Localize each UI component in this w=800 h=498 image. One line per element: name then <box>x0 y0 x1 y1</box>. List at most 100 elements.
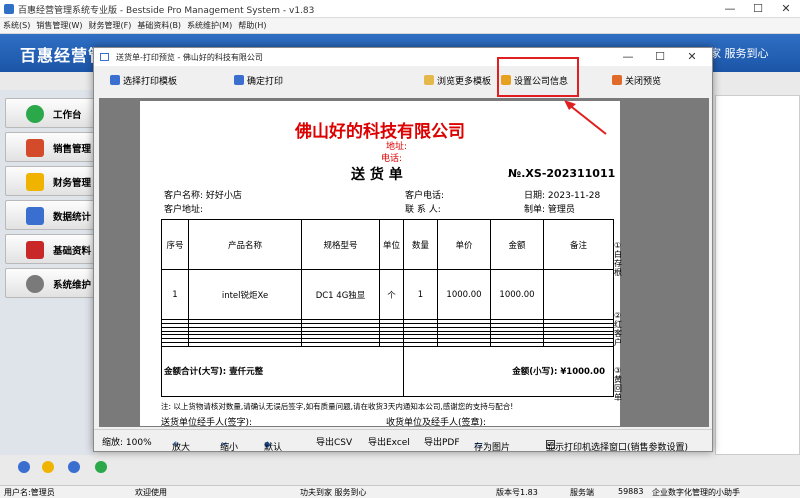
preview-area[interactable]: 佛山好的科技有限公司 地址: 电话: 送 货 单 №.XS-202311011 … <box>99 98 709 428</box>
menu-maintenance[interactable]: 系统维护(M) <box>184 18 235 34</box>
folder-icon <box>424 75 434 85</box>
customer-phone: 客户电话: <box>405 191 445 201</box>
cell-spec: DC1 4G独显 <box>301 269 380 321</box>
sidebar-item-finance[interactable]: 财务管理 <box>5 166 97 196</box>
print-icon <box>234 75 244 85</box>
sidebar: 工作台 销售管理 财务管理 数据统计 基础资料 系统维护 <box>0 90 97 455</box>
receiver-signature: 收货单位及经手人(签章): <box>386 418 487 428</box>
col-header: 数量 <box>403 218 438 271</box>
clock-icon[interactable] <box>42 461 54 473</box>
show-printer-label: 显示打印机选择窗口(销售参数设置) <box>546 443 689 453</box>
window-icon <box>100 53 109 61</box>
cell-price: 1000.00 <box>437 269 491 321</box>
notepad-icon[interactable] <box>68 461 80 473</box>
table-row: 1 intel锐炬Xe DC1 4G独显个 1 1000.00 1000.00 <box>161 269 614 321</box>
bottom-toolbar <box>0 455 800 480</box>
side-note-yellow: ③黄回单 <box>614 366 622 402</box>
annotation-arrow-icon <box>564 100 607 135</box>
col-header: 单价 <box>437 218 491 271</box>
dialog-close-icon[interactable]: ✕ <box>678 48 706 66</box>
items-table: 序号 产品名称 规格型号 单位 数量 单价 金额 备注 1 intel锐炬Xe DC1 4G独显个… <box>161 218 614 398</box>
status-slogan: 功夫到家 服务到心 <box>300 488 367 497</box>
export-pdf-button[interactable]: 导出PDF <box>424 435 460 448</box>
dialog-title: 送货单-打印预览 - 佛山好的科技有限公司 <box>116 53 263 62</box>
app-logo-icon <box>4 4 14 14</box>
total-row: 金额合计(大写): 壹仟元整 金额(小写): ¥1000.00 <box>161 345 614 398</box>
sidebar-item-maintenance[interactable]: 系统维护 <box>5 268 97 298</box>
refresh-icon[interactable] <box>95 461 107 473</box>
exit-icon <box>612 75 622 85</box>
menu-finance[interactable]: 财务管理(F) <box>85 18 134 34</box>
total-upper: 金额合计(大写): 壹仟元整 <box>161 345 404 398</box>
print-preview-dialog: 送货单-打印预览 - 佛山好的科技有限公司 — ☐ ✕ 选择打印模板 确定打印 … <box>93 47 713 453</box>
status-helper: 企业数字化管理的小助手 <box>652 488 740 497</box>
app-title: 百惠经营管理系统专业版 - Bestside Pro Management Sy… <box>18 6 315 16</box>
maximize-icon[interactable]: ☐ <box>744 0 772 18</box>
side-note-red: ②红客户 <box>614 311 622 347</box>
cell-unit: 个 <box>379 269 404 321</box>
menu-system[interactable]: 系统(S) <box>0 18 33 34</box>
dialog-maximize-icon[interactable]: ☐ <box>646 48 674 66</box>
browse-templates-label: 浏览更多模板 <box>437 77 492 87</box>
sidebar-item-basic-data[interactable]: 基础资料 <box>5 234 97 264</box>
dialog-footer: 缩放: 100% + 放大 − 缩小 ◆ 默认 导出CSV 导出Excel 导出… <box>94 429 712 453</box>
total-lower: 金额(小写): ¥1000.00 <box>403 345 614 398</box>
col-header: 规格型号 <box>301 218 380 271</box>
select-template-button[interactable]: 选择打印模板 <box>110 74 177 87</box>
background-panel <box>715 95 800 455</box>
confirm-print-button[interactable]: 确定打印 <box>234 74 283 87</box>
table-header-row: 序号 产品名称 规格型号 单位 数量 单价 金额 备注 <box>161 218 614 271</box>
export-excel-button[interactable]: 导出Excel <box>368 435 410 448</box>
cell-remark <box>543 269 614 321</box>
col-header: 产品名称 <box>188 218 302 271</box>
status-service: 服务端 <box>570 488 594 497</box>
menu-help[interactable]: 帮助(H) <box>235 18 269 34</box>
close-preview-label: 关闭预览 <box>625 77 662 87</box>
sidebar-item-statistics[interactable]: 数据统计 <box>5 200 97 230</box>
sidebar-item-label: 财务管理 <box>53 178 92 189</box>
dialog-toolbar: 选择打印模板 确定打印 浏览更多模板 设置公司信息 关闭预览 <box>94 66 712 94</box>
star-icon <box>26 173 44 191</box>
sender-signature: 送货单位经手人(签字): <box>161 418 253 428</box>
cell-product: intel锐炬Xe <box>188 269 302 321</box>
col-header: 金额 <box>490 218 544 271</box>
menu-sales[interactable]: 销售管理(W) <box>33 18 85 34</box>
dialog-minimize-icon[interactable]: — <box>614 48 642 66</box>
banner-slogan: 家 服务到心 <box>710 47 769 60</box>
minimize-icon[interactable]: — <box>716 0 744 18</box>
dialog-titlebar: 送货单-打印预览 - 佛山好的科技有限公司 — ☐ ✕ <box>94 48 712 66</box>
doc-phone-label: 电话: <box>381 154 403 164</box>
menu-bar: 系统(S) 销售管理(W) 财务管理(F) 基础资料(B) 系统维护(M) 帮助(H) <box>0 18 800 34</box>
calculator-icon[interactable] <box>18 461 30 473</box>
highlight-box <box>497 57 579 97</box>
gear-icon <box>26 275 44 293</box>
sidebar-item-label: 系统维护 <box>53 280 92 291</box>
doc-title: 送 货 单 <box>351 167 403 183</box>
menu-basic-data[interactable]: 基础资料(B) <box>134 18 184 34</box>
cell-index: 1 <box>161 269 189 321</box>
close-icon[interactable]: ✕ <box>772 0 800 18</box>
zoom-out-label: 缩小 <box>220 443 239 453</box>
sidebar-item-label: 销售管理 <box>53 144 92 155</box>
status-code: 59883 <box>618 487 644 496</box>
close-preview-button[interactable]: 关闭预览 <box>612 74 661 87</box>
export-csv-button[interactable]: 导出CSV <box>316 435 352 448</box>
sidebar-item-workbench[interactable]: 工作台 <box>5 98 97 128</box>
doc-date: 日期: 2023-11-28 <box>524 191 601 201</box>
cell-qty: 1 <box>403 269 438 321</box>
doc-maker: 制单: 管理员 <box>524 205 575 215</box>
customer-address: 客户地址: <box>164 205 204 215</box>
app-titlebar: 百惠经营管理系统专业版 - Bestside Pro Management Sy… <box>0 0 800 18</box>
browse-templates-button[interactable]: 浏览更多模板 <box>424 74 491 87</box>
col-header: 备注 <box>543 218 614 271</box>
printer-icon <box>110 75 120 85</box>
contact-person: 联 系 人: <box>405 205 441 215</box>
check-icon <box>26 105 44 123</box>
status-version: 版本号1.83 <box>496 488 538 497</box>
side-note-white: ①白存根 <box>614 241 622 277</box>
sidebar-item-sales[interactable]: 销售管理 <box>5 132 97 162</box>
select-template-label: 选择打印模板 <box>123 77 178 87</box>
bar-chart-icon <box>26 207 44 225</box>
status-welcome: 欢迎使用 <box>135 488 167 497</box>
print-page: 佛山好的科技有限公司 地址: 电话: 送 货 单 №.XS-202311011 … <box>140 101 622 428</box>
